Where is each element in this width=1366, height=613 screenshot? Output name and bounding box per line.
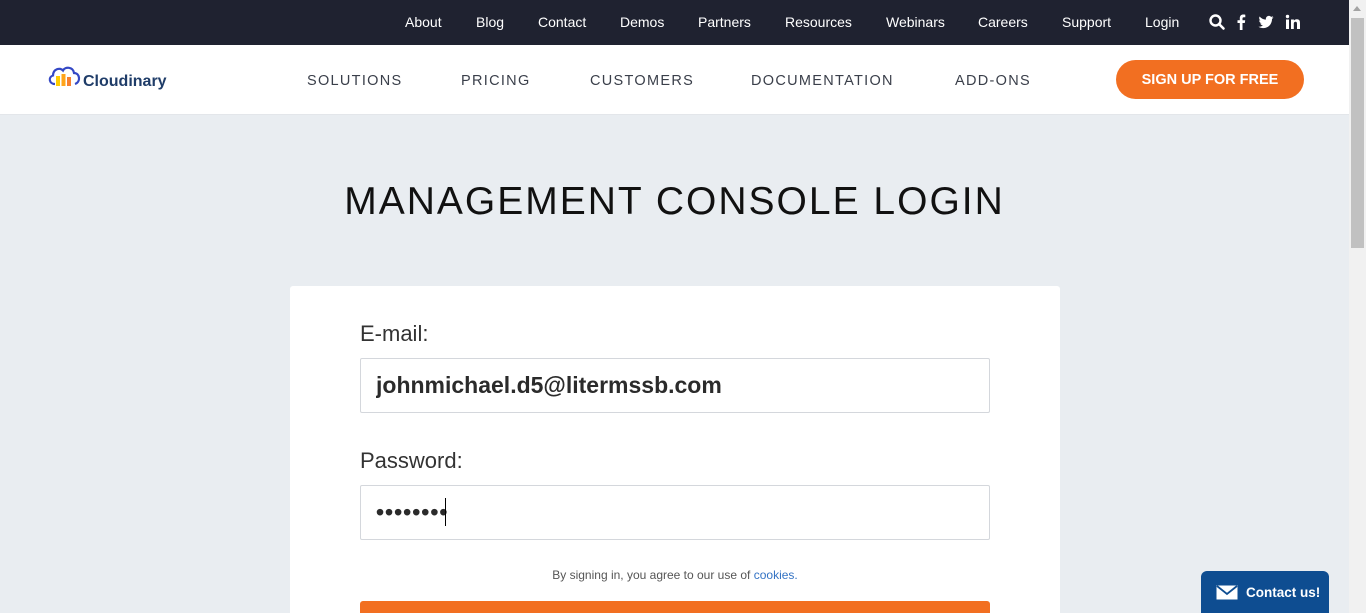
page-title: MANAGEMENT CONSOLE LOGIN <box>344 180 1005 223</box>
topbar-link-blog[interactable]: Blog <box>476 14 504 30</box>
nav-add-ons[interactable]: ADD-ONS <box>955 73 1031 89</box>
topbar-link-contact[interactable]: Contact <box>538 14 586 30</box>
logo-text: Cloudinary <box>83 73 167 90</box>
text-cursor <box>445 498 446 526</box>
search-icon[interactable] <box>1208 13 1226 31</box>
topbar-link-partners[interactable]: Partners <box>698 14 751 30</box>
nav-pricing[interactable]: PRICING <box>461 73 531 89</box>
password-field[interactable] <box>360 485 990 540</box>
main-header: Cloudinary SOLUTIONS PRICING CUSTOMERS D… <box>0 45 1349 115</box>
sign-up-button[interactable]: SIGN UP FOR FREE <box>1116 60 1304 99</box>
page-scrollbar[interactable] <box>1349 0 1366 613</box>
sign-in-button[interactable] <box>360 601 990 613</box>
scroll-up-arrow-icon[interactable] <box>1353 6 1361 11</box>
topbar-link-about[interactable]: About <box>405 14 442 30</box>
top-utility-bar: About Blog Contact Demos Partners Resour… <box>0 0 1349 45</box>
topbar-link-support[interactable]: Support <box>1062 14 1111 30</box>
nav-customers[interactable]: CUSTOMERS <box>590 73 694 89</box>
login-card: E-mail: Password: By signing in, you agr… <box>290 286 1060 613</box>
twitter-icon[interactable] <box>1257 13 1275 31</box>
facebook-icon[interactable] <box>1234 13 1252 31</box>
topbar-link-webinars[interactable]: Webinars <box>886 14 945 30</box>
nav-solutions[interactable]: SOLUTIONS <box>307 73 403 89</box>
topbar-link-login[interactable]: Login <box>1145 14 1179 30</box>
email-field[interactable] <box>360 358 990 413</box>
topbar-link-demos[interactable]: Demos <box>620 14 664 30</box>
agree-text: By signing in, you agree to our use of <box>552 568 754 582</box>
topbar-link-careers[interactable]: Careers <box>978 14 1028 30</box>
nav-documentation[interactable]: DOCUMENTATION <box>751 73 894 89</box>
topbar-link-resources[interactable]: Resources <box>785 14 852 30</box>
scrollbar-thumb[interactable] <box>1351 18 1364 248</box>
cloud-logo-icon <box>48 66 81 86</box>
cookie-agreement-text: By signing in, you agree to our use of c… <box>290 568 1060 582</box>
contact-us-label: Contact us! <box>1246 585 1321 600</box>
envelope-icon <box>1216 585 1238 600</box>
cookies-link[interactable]: cookies. <box>754 568 798 582</box>
password-label: Password: <box>360 448 463 473</box>
email-label: E-mail: <box>360 321 429 346</box>
contact-us-button[interactable]: Contact us! <box>1201 571 1329 613</box>
linkedin-icon[interactable] <box>1285 13 1303 31</box>
